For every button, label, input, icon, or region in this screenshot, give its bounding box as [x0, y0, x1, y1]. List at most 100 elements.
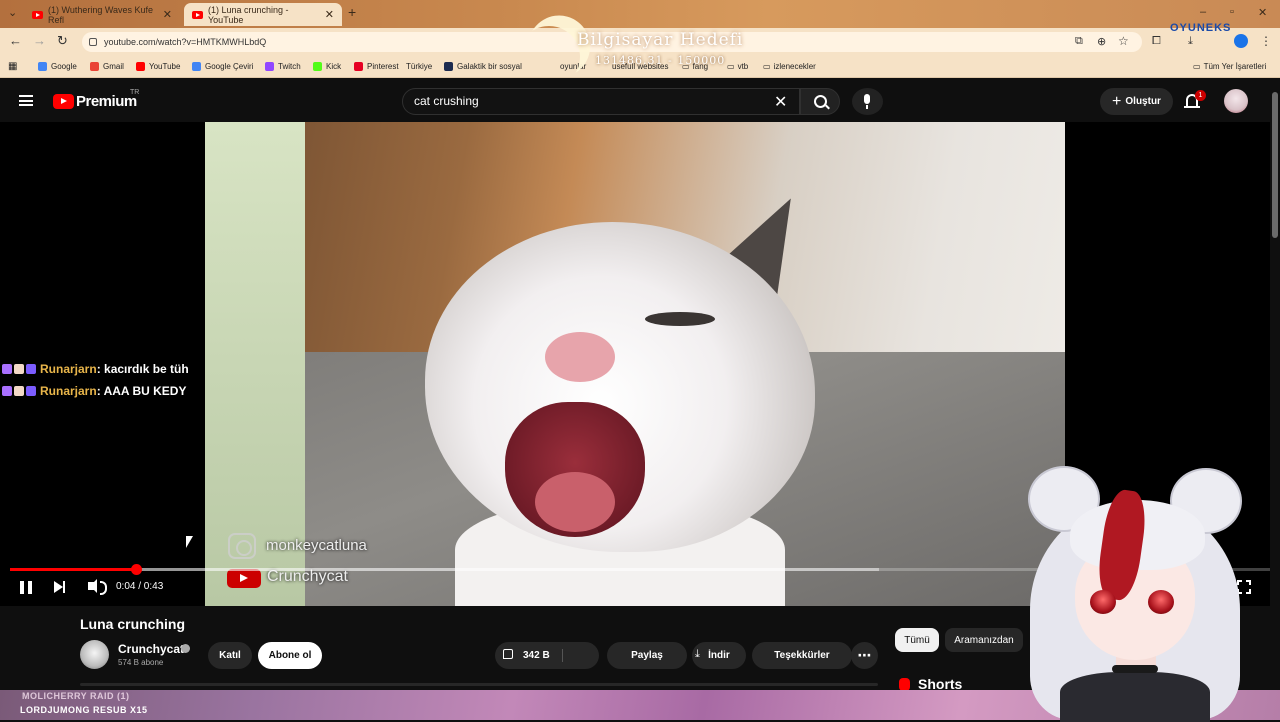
translate-icon — [192, 62, 201, 71]
tab-close-icon[interactable]: ✕ — [325, 8, 334, 21]
chat-badges — [2, 386, 36, 396]
channel-name[interactable]: Crunchycat — [118, 642, 184, 656]
maximize-icon[interactable]: ▫ — [1230, 6, 1234, 18]
cast-icon[interactable]: ⧉ — [1075, 35, 1083, 48]
forward-icon[interactable]: → — [33, 33, 46, 48]
thanks-button[interactable]: Teşekkürler — [752, 642, 852, 669]
video-title: Luna crunching — [80, 616, 185, 632]
account-avatar[interactable] — [1224, 89, 1248, 113]
bookmark-kick[interactable]: Kick — [313, 62, 341, 71]
goal-progress: 131486.31 - 150000 — [595, 54, 726, 67]
back-icon[interactable]: ← — [9, 33, 22, 48]
tab-luna-crunching[interactable]: (1) Luna crunching - YouTube ✕ — [184, 3, 342, 26]
twitch-icon — [265, 62, 274, 71]
google-icon — [38, 62, 47, 71]
profile-avatar-icon[interactable] — [1234, 34, 1248, 48]
description-box[interactable] — [80, 683, 878, 686]
bookmark-youtube[interactable]: YouTube — [136, 62, 180, 71]
verified-check-icon — [181, 644, 190, 653]
tab-title: (1) Luna crunching - YouTube — [208, 4, 289, 25]
subscribe-button[interactable]: Abone ol — [258, 642, 322, 669]
extensions-icon[interactable]: ⧠ — [1152, 35, 1161, 48]
resub-alert: LORDJUMONG RESUB X15 — [20, 705, 148, 715]
cat-badge-icon — [14, 386, 24, 396]
avatar-eye — [1090, 590, 1116, 614]
cat-nose — [545, 332, 615, 382]
youtube-icon — [136, 62, 145, 71]
create-button[interactable]: + Oluştur — [1100, 88, 1173, 115]
downloads-icon[interactable]: ⤓ — [1188, 35, 1193, 48]
youtube-logo-icon[interactable] — [53, 94, 74, 109]
cat-badge-icon — [14, 364, 24, 374]
video-wall — [205, 122, 305, 606]
chip-all[interactable]: Tümü — [895, 628, 939, 652]
bookmark-galaktik[interactable]: Galaktik bir sosyal — [444, 62, 522, 71]
bookmark-label: YouTube — [149, 62, 181, 71]
thumbs-up-icon[interactable] — [503, 649, 513, 659]
tab-search-icon[interactable]: ⌄ — [8, 6, 17, 19]
folder-icon: ▭ — [727, 62, 735, 71]
hamburger-menu-icon[interactable] — [19, 95, 33, 106]
download-button[interactable]: İndir — [692, 642, 746, 669]
bookmark-all-bookmarks[interactable]: ▭ Tüm Yer İşaretleri — [1193, 62, 1266, 71]
chat-username[interactable]: Runarjarn — [40, 362, 97, 376]
bookmark-label: Galaktik bir sosyal — [457, 62, 522, 71]
more-actions-button[interactable]: ⋯ — [851, 642, 878, 669]
share-button[interactable]: Paylaş — [607, 642, 687, 669]
bookmark-google[interactable]: Google — [38, 62, 77, 71]
voice-search-icon[interactable] — [852, 88, 883, 115]
search-query-text[interactable]: cat crushing — [414, 94, 479, 108]
avatar-eye — [1148, 590, 1174, 614]
bookmark-label: Türkiye — [406, 62, 433, 71]
join-button[interactable]: Katıl — [208, 642, 252, 669]
browser-tabstrip: ⌄ (1) Wuthering Waves Kufe Refl ✕ (1) Lu… — [0, 0, 1280, 28]
bookmark-twitch[interactable]: Twitch — [265, 62, 301, 71]
zoom-icon[interactable]: ⊕ — [1097, 35, 1106, 48]
create-label: Oluştur — [1125, 96, 1161, 107]
bookmark-label: izlenecekler — [773, 62, 816, 71]
bookmark-gmail[interactable]: Gmail — [90, 62, 124, 71]
minimize-icon[interactable]: – — [1200, 6, 1206, 18]
cat-tongue — [535, 472, 615, 532]
chat-username[interactable]: Runarjarn — [40, 384, 97, 398]
cat-image — [395, 179, 835, 606]
mouse-cursor-icon — [186, 536, 193, 548]
apps-grid-icon[interactable]: ▦ — [8, 61, 17, 72]
youtube-favicon-icon — [192, 10, 203, 19]
volume-icon[interactable] — [88, 579, 107, 595]
bookmark-google-translate[interactable]: Google Çeviri — [192, 62, 253, 71]
vtuber-avatar — [1020, 460, 1250, 722]
next-video-icon[interactable] — [54, 581, 65, 593]
clear-search-icon[interactable]: ✕ — [774, 92, 787, 112]
window-close-icon[interactable]: ✕ — [1258, 6, 1267, 19]
youtube-brand[interactable]: Premium — [76, 93, 137, 110]
bookmark-turkiye[interactable]: Türkiye — [406, 62, 432, 71]
scrub-handle[interactable] — [131, 564, 142, 575]
chat-message: Runarjarn : kacırdık be tüh — [2, 362, 189, 376]
reload-icon[interactable]: ↻ — [57, 33, 68, 49]
channel-avatar[interactable] — [80, 640, 109, 669]
search-button[interactable] — [800, 88, 840, 115]
bookmark-star-icon[interactable]: ☆ — [1118, 34, 1129, 48]
bookmark-label: Kick — [326, 62, 342, 71]
like-count: 342 B — [523, 650, 550, 661]
download-icon[interactable]: ⤓ — [695, 648, 700, 661]
tab-wuthering-waves[interactable]: (1) Wuthering Waves Kufe Refl ✕ — [24, 3, 180, 26]
bookmark-folder-vtb[interactable]: ▭ vtb — [727, 62, 748, 71]
chip-from-search[interactable]: Aramanızdan — [945, 628, 1023, 652]
region-code: TR — [130, 89, 140, 96]
pause-icon[interactable] — [20, 581, 32, 594]
chat-badges — [2, 364, 36, 374]
browser-menu-icon[interactable]: ⋮ — [1260, 34, 1272, 48]
galaktik-icon — [444, 62, 453, 71]
scrollbar-thumb[interactable] — [1272, 92, 1278, 238]
bookmark-folder-izlenecekler[interactable]: ▭ izlenecekler — [763, 62, 816, 71]
sub-badge-icon — [2, 364, 12, 374]
bookmark-pinterest[interactable]: Pinterest — [354, 62, 399, 71]
site-info-icon[interactable] — [89, 38, 97, 46]
bookmark-label: Google — [51, 62, 77, 71]
progress-played — [10, 568, 136, 571]
video-frame[interactable] — [205, 122, 1065, 606]
tab-close-icon[interactable]: ✕ — [163, 8, 172, 21]
new-tab-icon[interactable]: + — [348, 4, 356, 20]
